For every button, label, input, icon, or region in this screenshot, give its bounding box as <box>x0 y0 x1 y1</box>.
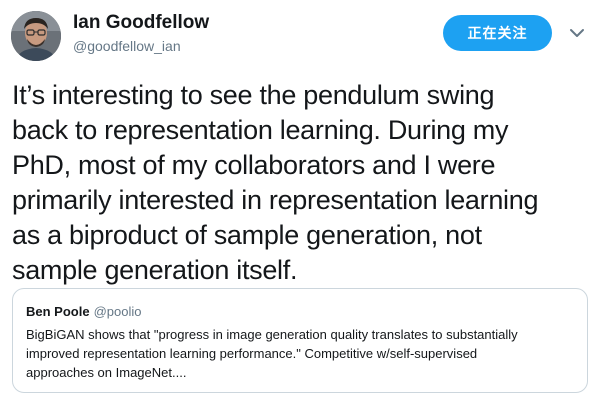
author-name[interactable]: Ian Goodfellow <box>73 12 209 34</box>
avatar[interactable] <box>11 11 61 61</box>
tweet-card: Ian Goodfellow @goodfellow_ian 正在关注 It’s… <box>0 0 600 401</box>
quoted-tweet-header: Ben Poole @poolio <box>26 304 141 319</box>
tweet-text: It’s interesting to see the pendulum swi… <box>12 80 539 285</box>
following-button[interactable]: 正在关注 <box>443 15 552 51</box>
avatar-image <box>11 11 61 61</box>
quoted-tweet[interactable]: Ben Poole @poolio BigBiGAN shows that "pr… <box>12 288 588 393</box>
quoted-author-name: Ben Poole <box>26 304 90 319</box>
quoted-author-handle: @poolio <box>93 304 142 319</box>
quoted-tweet-text: BigBiGAN shows that "progress in image g… <box>26 327 518 380</box>
chevron-down-icon[interactable] <box>569 26 585 38</box>
author-handle[interactable]: @goodfellow_ian <box>73 38 181 54</box>
